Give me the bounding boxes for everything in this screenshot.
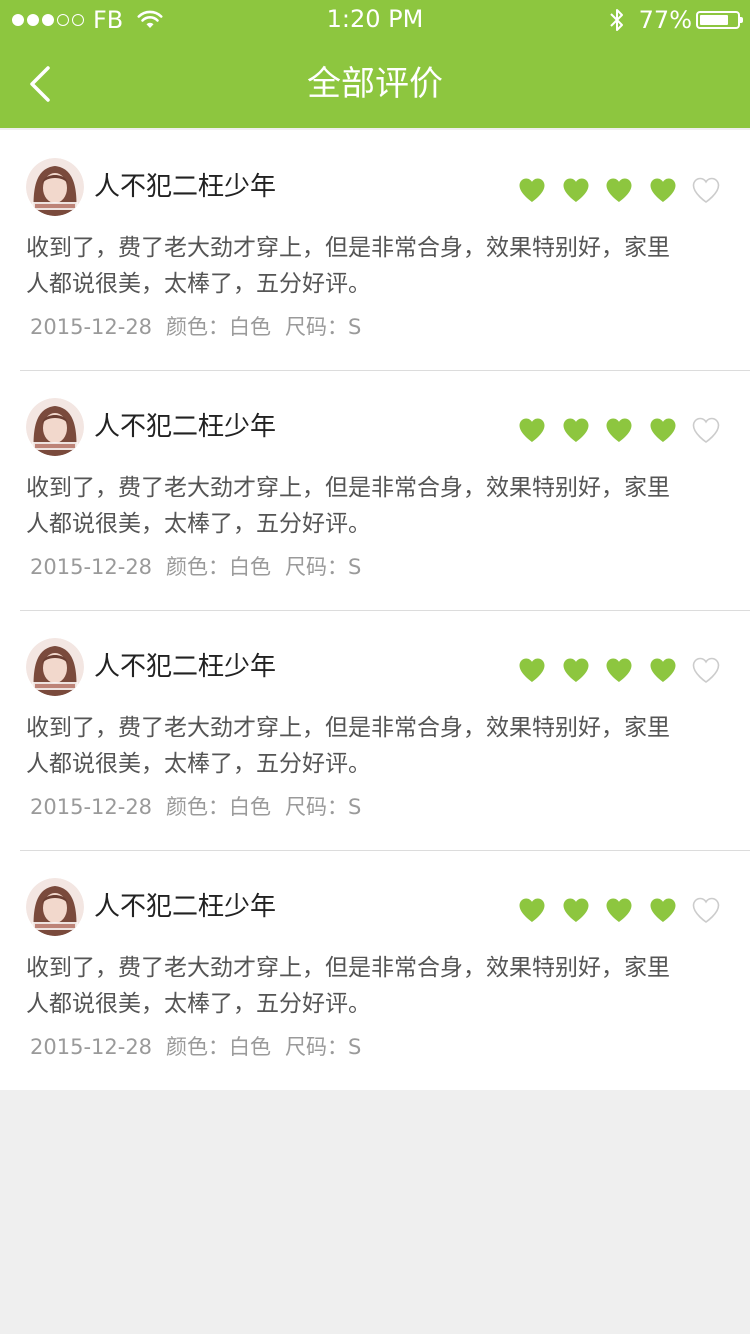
battery-icon bbox=[696, 11, 743, 29]
heart-filled-icon bbox=[606, 898, 632, 922]
heart-filled-icon bbox=[650, 898, 675, 922]
review-meta: 2015-12-28 颜色：白色 尺码：S bbox=[30, 313, 375, 341]
heart-filled-icon bbox=[519, 418, 545, 442]
heart-filled-icon bbox=[606, 418, 632, 442]
review-list: 人不犯二枉少年 收到了，费了老大劲才穿上，但是非常合身，效果特别好，家里人都说很… bbox=[0, 130, 750, 1090]
review-username: 人不犯二枉少年 bbox=[94, 412, 277, 442]
review-color: 颜色：白色 bbox=[166, 795, 272, 819]
heart-filled-icon bbox=[650, 658, 675, 682]
battery-percent: 77% bbox=[638, 6, 692, 34]
heart-outline-icon bbox=[692, 417, 720, 443]
review-size: 尺码：S bbox=[285, 795, 362, 819]
avatar[interactable] bbox=[26, 878, 84, 936]
review-item: 人不犯二枉少年 收到了，费了老大劲才穿上，但是非常合身，效果特别好，家里人都说很… bbox=[0, 610, 750, 850]
review-username: 人不犯二枉少年 bbox=[94, 172, 277, 202]
heart-outline-icon bbox=[692, 657, 720, 683]
review-color: 颜色：白色 bbox=[166, 555, 272, 579]
review-date: 2015-12-28 bbox=[30, 315, 153, 339]
review-date: 2015-12-28 bbox=[30, 795, 153, 819]
review-item: 人不犯二枉少年 收到了，费了老大劲才穿上，但是非常合身，效果特别好，家里人都说很… bbox=[0, 130, 750, 370]
review-date: 2015-12-28 bbox=[30, 555, 153, 579]
heart-outline-icon bbox=[692, 897, 720, 923]
heart-filled-icon bbox=[606, 658, 632, 682]
star-rating bbox=[503, 177, 721, 203]
review-item: 人不犯二枉少年 收到了，费了老大劲才穿上，但是非常合身，效果特别好，家里人都说很… bbox=[0, 370, 750, 610]
heart-filled-icon bbox=[563, 898, 588, 922]
review-content: 收到了，费了老大劲才穿上，但是非常合身，效果特别好，家里人都说很美，太棒了，五分… bbox=[26, 475, 670, 537]
page-title: 全部评价 bbox=[307, 64, 443, 104]
heart-filled-icon bbox=[606, 178, 632, 202]
heart-filled-icon bbox=[650, 178, 675, 202]
app-header: FB 1:20 PM 77% 全部评价 bbox=[0, 0, 750, 128]
review-username: 人不犯二枉少年 bbox=[94, 652, 277, 682]
review-color: 颜色：白色 bbox=[166, 315, 272, 339]
review-content: 收到了，费了老大劲才穿上，但是非常合身，效果特别好，家里人都说很美，太棒了，五分… bbox=[26, 955, 670, 1017]
review-meta: 2015-12-28 颜色：白色 尺码：S bbox=[30, 553, 375, 581]
review-color: 颜色：白色 bbox=[166, 1035, 272, 1059]
heart-filled-icon bbox=[519, 178, 545, 202]
review-meta: 2015-12-28 颜色：白色 尺码：S bbox=[30, 793, 375, 821]
review-username: 人不犯二枉少年 bbox=[94, 892, 277, 922]
status-right: 77% bbox=[609, 6, 743, 34]
avatar[interactable] bbox=[26, 158, 84, 216]
status-bar: FB 1:20 PM 77% bbox=[0, 0, 750, 40]
review-size: 尺码：S bbox=[285, 1035, 362, 1059]
review-content: 收到了，费了老大劲才穿上，但是非常合身，效果特别好，家里人都说很美，太棒了，五分… bbox=[26, 235, 670, 297]
heart-filled-icon bbox=[650, 418, 675, 442]
review-meta: 2015-12-28 颜色：白色 尺码：S bbox=[30, 1033, 375, 1061]
heart-filled-icon bbox=[519, 898, 545, 922]
review-size: 尺码：S bbox=[285, 315, 362, 339]
heart-filled-icon bbox=[563, 178, 588, 202]
heart-filled-icon bbox=[519, 658, 545, 682]
star-rating bbox=[503, 417, 721, 443]
bluetooth-icon bbox=[609, 9, 623, 31]
review-size: 尺码：S bbox=[285, 555, 362, 579]
heart-filled-icon bbox=[563, 658, 588, 682]
heart-filled-icon bbox=[563, 418, 588, 442]
avatar[interactable] bbox=[26, 638, 84, 696]
review-item: 人不犯二枉少年 收到了，费了老大劲才穿上，但是非常合身，效果特别好，家里人都说很… bbox=[0, 850, 750, 1090]
avatar[interactable] bbox=[26, 398, 84, 456]
star-rating bbox=[503, 897, 721, 923]
star-rating bbox=[503, 657, 721, 683]
battery-fill bbox=[700, 15, 728, 25]
review-content: 收到了，费了老大劲才穿上，但是非常合身，效果特别好，家里人都说很美，太棒了，五分… bbox=[26, 715, 670, 777]
heart-outline-icon bbox=[692, 177, 720, 203]
review-date: 2015-12-28 bbox=[30, 1035, 153, 1059]
